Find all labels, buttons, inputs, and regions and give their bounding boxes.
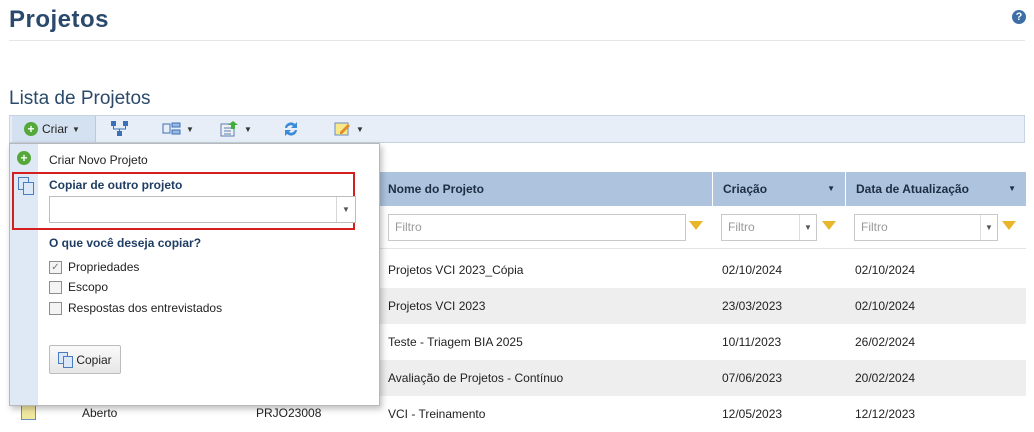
edit-icon [334,122,350,136]
table-header: Nome do Projeto Criação ▼ Data de Atualiz… [378,172,1026,206]
chevron-down-icon: ▼ [186,124,194,134]
column-header-nome[interactable]: Nome do Projeto [378,172,712,206]
org-chart-button[interactable] [110,116,130,142]
table-row[interactable]: VCI - Treinamento 12/05/2023 12/12/2023 [378,396,1026,432]
menu-item-criar-novo-projeto[interactable]: Criar Novo Projeto [49,153,148,167]
filter-funnel-icon[interactable] [689,221,703,230]
filter-funnel-icon[interactable] [1002,221,1016,230]
cell-updated: 26/02/2024 [855,335,916,349]
chevron-down-icon[interactable]: ▼ [980,215,997,240]
cell-created: 07/06/2023 [722,371,783,385]
chevron-down-icon[interactable]: ▼ [799,215,816,240]
criar-dropdown-menu: + Criar Novo Projeto Copiar de outro pro… [9,143,380,406]
filter-input-criacao[interactable]: Filtro ▼ [721,214,817,241]
copy-from-label: Copiar de outro projeto [49,178,183,192]
copiar-label: Copiar [76,352,112,367]
cell-updated: 02/10/2024 [855,263,916,277]
tree-view-icon [162,122,181,135]
plus-circle-icon: + [17,151,31,165]
cell-updated: 02/10/2024 [855,299,916,313]
option-label: Propriedades [68,260,140,274]
sort-down-icon[interactable]: ▼ [827,172,835,206]
refresh-button[interactable] [282,116,300,142]
tree-view-button[interactable]: ▼ [162,116,194,142]
checkbox[interactable] [49,280,62,294]
filter-placeholder: Filtro [728,220,755,234]
table-row[interactable]: Teste - Triagem BIA 2025 10/11/2023 26/0… [378,324,1026,360]
table-row[interactable]: Projetos VCI 2023_Cópia 02/10/2024 02/10… [378,252,1026,288]
copy-question: O que você deseja copiar? [49,236,202,250]
chevron-down-icon: ▼ [244,124,252,134]
toolbar: + Criar ▼ ▼ ▼ ▼ [9,115,1025,143]
criar-label: Criar [42,122,68,136]
column-header-atualizacao[interactable]: Data de Atualização ▼ [845,172,1026,206]
checkbox[interactable] [49,301,62,315]
section-title: Lista de Projetos [9,88,151,109]
copy-icon [58,352,74,368]
cell-created: 23/03/2023 [722,299,783,313]
chevron-down-icon: ▼ [72,124,80,134]
column-header-label: Nome do Projeto [388,182,485,196]
filter-placeholder: Filtro [861,220,888,234]
cell-updated: 20/02/2024 [855,371,916,385]
cell-created: 12/05/2023 [722,407,783,421]
help-icon[interactable]: ? [1012,10,1026,24]
sort-down-icon[interactable]: ▼ [1008,172,1016,206]
edit-menu-button[interactable]: ▼ [334,116,364,142]
export-button[interactable]: ▼ [220,116,252,142]
option-escopo[interactable]: Escopo [49,280,108,294]
filter-input-atualizacao[interactable]: Filtro ▼ [854,214,998,241]
filter-funnel-icon[interactable] [822,221,836,230]
option-label: Respostas dos entrevistados [68,301,223,315]
cell-created: 02/10/2024 [722,263,783,277]
cell-name[interactable]: Projetos VCI 2023_Cópia [388,252,523,288]
filter-input-nome[interactable]: Filtro [388,214,686,241]
filter-row: Filtro Filtro ▼ Filtro ▼ [378,206,1026,249]
copy-from-select[interactable]: ▼ [49,196,356,223]
cell-created: 10/11/2023 [722,335,782,349]
cell-name[interactable]: Projetos VCI 2023 [388,288,485,324]
checkbox-checked[interactable]: ✓ [49,260,62,274]
cell-name[interactable]: Teste - Triagem BIA 2025 [388,324,523,360]
chevron-down-icon[interactable]: ▼ [336,197,355,222]
org-chart-icon [111,121,128,136]
cell-name[interactable]: VCI - Treinamento [388,396,485,432]
copiar-button[interactable]: Copiar [49,345,121,374]
option-label: Escopo [68,280,109,294]
criar-button[interactable]: + Criar ▼ [12,116,96,142]
column-header-label: Criação [723,182,768,196]
edit-row-icon[interactable] [21,405,36,420]
cell-name[interactable]: Avaliação de Projetos - Contínuo [388,360,563,396]
column-header-criacao[interactable]: Criação ▼ [712,172,845,206]
export-icon [220,121,238,137]
plus-circle-icon: + [24,122,38,136]
page-title: Projetos [9,6,110,33]
column-header-label: Data de Atualização [856,182,969,196]
title-divider [9,40,1025,41]
option-propriedades[interactable]: ✓ Propriedades [49,260,139,274]
table-row[interactable]: Avaliação de Projetos - Contínuo 07/06/2… [378,360,1026,396]
cell-updated: 12/12/2023 [855,407,916,421]
chevron-down-icon: ▼ [356,124,364,134]
table-row[interactable]: Projetos VCI 2023 23/03/2023 02/10/2024 [378,288,1026,324]
refresh-icon [285,122,297,136]
option-respostas[interactable]: Respostas dos entrevistados [49,301,222,315]
